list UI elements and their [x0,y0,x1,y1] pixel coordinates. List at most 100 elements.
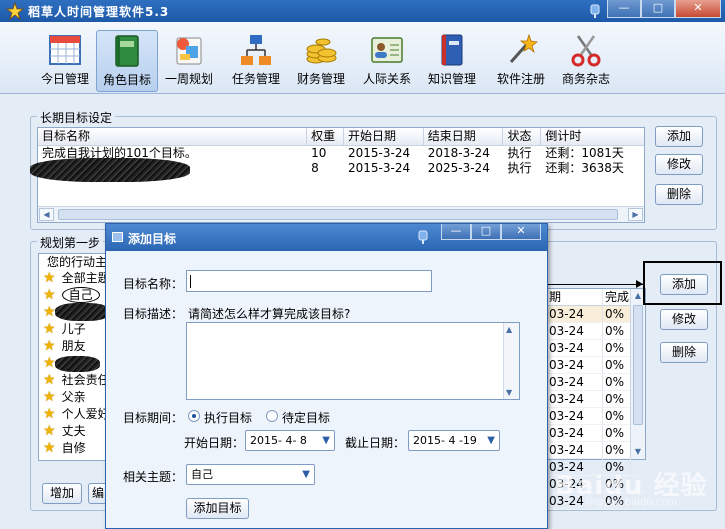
cell-weight: 10 [311,146,327,160]
redaction-scribble [30,158,190,182]
horizontal-scrollbar[interactable]: ◀ ▶ [38,206,644,222]
scroll-up-icon[interactable]: ▲ [506,325,512,334]
tree-node[interactable]: ★ 朋友 [39,338,107,355]
col-status[interactable]: 状态 [503,128,542,145]
cell-weight: 8 [311,161,319,175]
node-label: 个人爱好 [61,407,108,421]
col-countdown[interactable]: 倒计时 [541,128,644,145]
related-topic-select[interactable]: 自己 ▼ [186,464,315,485]
tree-header: 您的行动主 [47,255,108,269]
cell-countdown: 还剩：3638天 [545,161,624,175]
topic-add-button[interactable]: 增加 [42,483,82,504]
radio-pending-label: 待定目标 [282,411,331,425]
radio-pending-goal[interactable] [266,410,278,422]
toolbar-register[interactable]: 软件注册 [490,30,552,92]
redaction-scribble [55,356,100,372]
toolbar-label: 财务管理 [296,72,345,86]
cell-countdown: 还剩：1081天 [545,146,624,160]
main-titlebar: 稻草人时间管理软件5.3 — □ ✕ [0,0,725,22]
scroll-left-icon[interactable]: ◀ [39,208,54,221]
cell-complete: 0% [603,408,631,424]
star-icon: ★ [43,287,56,303]
dialog-window-icon [112,232,123,242]
goal-add-button[interactable]: 添加 [655,126,703,147]
toolbar-role-goals[interactable]: 角色目标 [96,30,158,92]
start-date-picker[interactable]: 2015- 4- 8 ▼ [245,430,335,451]
goal-edit-button[interactable]: 修改 [655,154,703,175]
pin-icon[interactable] [589,3,601,19]
chevron-down-icon: ▼ [302,469,310,480]
toolbar-label: 人际关系 [362,72,411,86]
plan-delete-button[interactable]: 删除 [660,342,708,363]
minimize-button[interactable]: — [607,0,641,18]
cell-start: 2015-3-24 [347,146,411,160]
notebook-icon [441,34,463,66]
tree-node[interactable]: ★ 儿子 [39,321,107,338]
plan-table[interactable]: 期 完成 03-24 0% 03-24 0% 03-24 0% 03-24 0% 03-24 0%… [546,288,646,510]
text-cursor [190,275,191,288]
contact-card-icon [371,37,403,63]
goal-name-label: 目标名称： [123,277,184,291]
radio-exec-goal[interactable] [188,410,200,422]
toolbar-magazine[interactable]: 商务杂志 [555,30,617,92]
tree-node[interactable]: ★ 自己 [39,287,107,304]
tree-node[interactable]: ★ 丈夫 [39,423,107,440]
dialog-minimize-button[interactable]: — [441,224,471,240]
annotation-highlight-box [643,261,722,305]
scroll-right-icon[interactable]: ▶ [628,208,643,221]
goal-desc-textarea[interactable]: ▲ ▼ [186,322,520,400]
tree-node[interactable]: ★ 社会责任 [39,372,107,389]
toolbar-today[interactable]: 今日管理 [34,30,96,92]
scroll-thumb[interactable] [633,305,643,425]
toolbar-task[interactable]: 任务管理 [225,30,287,92]
node-label: 儿子 [61,322,86,336]
goal-name-input[interactable] [186,270,432,292]
toolbar-relations[interactable]: 人际关系 [356,30,418,92]
toolbar-label: 知识管理 [427,72,476,86]
app-logo-icon [6,2,24,20]
redaction-scribble [55,303,110,321]
star-icon: ★ [43,304,56,320]
scroll-down-icon[interactable]: ▼ [506,388,512,397]
scissors-icon [571,35,601,67]
cell-end: 2018-3-24 [427,146,490,160]
group-title: 长期目标设定 [37,109,116,126]
toolbar-weekly-plan[interactable]: 一周规划 [158,30,220,92]
tree-node[interactable]: ★ 自修 [39,440,107,457]
col-weight[interactable]: 权重 [307,128,344,145]
col-date[interactable]: 期 [547,289,603,305]
dialog-close-button[interactable]: ✕ [501,224,541,240]
end-date-picker[interactable]: 2015- 4 -19 ▼ [408,430,500,451]
dialog-maximize-button[interactable]: □ [471,224,501,240]
tree-node[interactable]: ★ 父亲 [39,389,107,406]
pin-icon[interactable] [417,229,429,245]
node-label: 朋友 [61,339,86,353]
add-goal-submit-button[interactable]: 添加目标 [186,498,249,519]
toolbar-label: 任务管理 [231,72,280,86]
scroll-thumb[interactable] [58,209,618,220]
plan-edit-button[interactable]: 修改 [660,309,708,330]
start-date-value: 2015- 4- 8 [250,434,307,447]
toolbar-finance[interactable]: 财务管理 [290,30,352,92]
col-end[interactable]: 结束日期 [424,128,504,145]
tree-node[interactable]: ★ 全部主题 [39,270,107,287]
col-name[interactable]: 目标名称 [38,128,308,145]
toolbar-label: 一周规划 [164,72,213,86]
goal-delete-button[interactable]: 删除 [655,184,703,205]
maximize-button[interactable]: □ [641,0,675,18]
cell-end: 2025-3-24 [427,161,490,175]
vertical-scrollbar[interactable]: ▲ ▼ [630,289,645,459]
cell-date: 03-24 [547,425,603,441]
scroll-down-icon[interactable]: ▼ [631,445,645,459]
tree-node[interactable]: ★ 个人爱好 [39,406,107,423]
related-topic-value: 自己 [191,468,213,481]
cell-date: 03-24 [547,408,603,424]
cell-date: 03-24 [547,391,603,407]
col-complete[interactable]: 完成 [603,289,631,305]
vertical-scrollbar[interactable]: ▲ ▼ [503,323,519,399]
close-button[interactable]: ✕ [675,0,721,18]
col-start[interactable]: 开始日期 [344,128,424,145]
toolbar-knowledge[interactable]: 知识管理 [421,30,483,92]
add-goal-dialog: 添加目标 — □ ✕ 目标名称： 目标描述： 请简述怎么样才算完成该目标? ▲ … [105,223,548,529]
chevron-down-icon: ▼ [322,435,330,446]
